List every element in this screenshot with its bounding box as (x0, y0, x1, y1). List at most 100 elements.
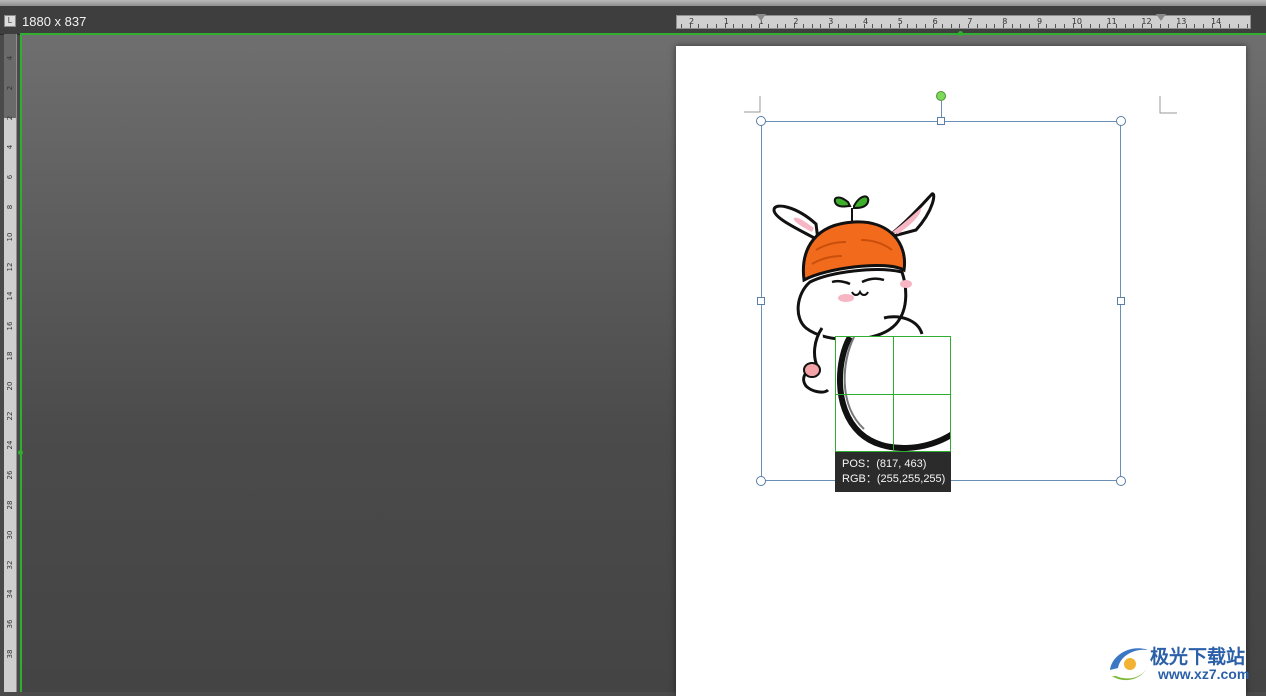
ruler-tick (1176, 24, 1178, 28)
ruler-tick (1063, 24, 1065, 28)
site-watermark: 极光下载站 www.xz7.com (1104, 640, 1266, 690)
ruler-tick (1002, 24, 1004, 28)
resize-handle-icon[interactable] (1116, 476, 1126, 486)
resize-handle-icon[interactable] (757, 297, 765, 305)
ruler-tick (1203, 24, 1204, 28)
ruler-tick (1011, 24, 1013, 28)
ruler-tick (1168, 24, 1170, 28)
resize-handle-icon[interactable] (756, 116, 766, 126)
ruler-label: 38 (6, 649, 14, 659)
ruler-tick (776, 24, 778, 28)
ruler-tick (1159, 24, 1161, 28)
resize-handle-icon[interactable] (937, 117, 945, 125)
top-toolbar: L 1880 x 837 2 1 1 2 3 4 5 6 7 8 9 10 11 12 13 14 (0, 0, 1266, 35)
ruler-tick (1029, 24, 1030, 28)
watermark-title: 极光下载站 (1150, 646, 1246, 668)
ruler-tick (985, 24, 987, 28)
canvas-size-label: 1880 x 837 (22, 14, 87, 29)
ruler-tick (994, 24, 996, 28)
corner-marker-icon (1159, 96, 1177, 114)
ruler-label: 14 (6, 291, 14, 301)
ruler-tick (950, 24, 952, 28)
resize-handle-icon[interactable] (756, 476, 766, 486)
ruler-label: 2 (6, 115, 14, 120)
ruler-tick (811, 24, 813, 28)
ruler-tick (1229, 24, 1231, 28)
title-strip (0, 0, 1266, 6)
indent-marker-icon[interactable] (1156, 14, 1166, 21)
guide-anchor-dot[interactable] (958, 31, 963, 36)
ruler-tick (915, 24, 917, 28)
ruler-tick (898, 24, 900, 28)
ruler-tick (1107, 24, 1109, 28)
color-picker-tooltip: POS：(817, 463) RGB：(255,255,255) (835, 452, 951, 492)
ruler-label: 30 (6, 530, 14, 540)
ruler-tick (933, 24, 935, 28)
vertical-ruler[interactable]: 4 2 2 4 6 8 10 12 14 16 18 20 22 24 26 28 30 32 34 36 38 (4, 34, 17, 692)
ruler-label: 34 (6, 589, 14, 599)
indent-marker-icon[interactable] (756, 14, 766, 21)
ruler-tick (1089, 24, 1091, 28)
ruler-tick (759, 24, 761, 28)
ruler-tick (1211, 24, 1213, 28)
ruler-tick (802, 24, 804, 28)
ruler-tick (733, 24, 735, 28)
ruler-label: 36 (6, 619, 14, 629)
ruler-tick (707, 24, 709, 28)
ruler-label: 22 (6, 411, 14, 421)
magnifier-grid-horizontal (836, 394, 950, 395)
ruler-tick (828, 24, 830, 28)
vertical-guide-line[interactable] (20, 34, 22, 692)
corner-marker-icon (744, 96, 761, 113)
ruler-tick (837, 24, 839, 28)
ruler-tick (1133, 24, 1135, 28)
ruler-tick (872, 24, 874, 28)
ruler-tick (1081, 24, 1083, 28)
guide-anchor-dot[interactable] (18, 450, 23, 455)
watermark-logo-icon (1110, 648, 1148, 681)
ruler-tick (681, 24, 682, 28)
ruler-label: 4 (6, 145, 14, 150)
ruler-tick (794, 24, 796, 28)
ruler-label: 16 (6, 321, 14, 331)
horizontal-guide-line[interactable] (20, 33, 1266, 35)
ruler-label: 26 (6, 470, 14, 480)
resize-handle-icon[interactable] (1117, 297, 1125, 305)
ruler-tick (750, 24, 752, 28)
rgb-readout: RGB：(255,255,255) (842, 473, 946, 485)
ruler-tick (689, 24, 691, 28)
ruler-label: 28 (6, 500, 14, 510)
ruler-tick (715, 24, 717, 28)
ruler-label: 32 (6, 560, 14, 570)
ruler-tick (968, 24, 970, 28)
ruler-label: 10 (6, 232, 14, 242)
ruler-tick (768, 24, 769, 28)
ruler-tick (741, 24, 743, 28)
resize-handle-icon[interactable] (1116, 116, 1126, 126)
ruler-tick (698, 24, 700, 28)
ruler-tick (846, 24, 848, 28)
rotate-handle-icon[interactable] (936, 91, 946, 101)
ruler-tick (1046, 24, 1048, 28)
ruler-tick (785, 24, 787, 28)
ruler-tick (976, 24, 978, 28)
ruler-label: 6 (6, 174, 14, 180)
ruler-tick (1055, 24, 1057, 28)
ruler-tick (820, 24, 822, 28)
ruler-tick (1237, 24, 1239, 28)
ruler-tick (889, 24, 891, 28)
ruler-label: 4 (6, 55, 14, 61)
ruler-tick (1020, 24, 1022, 28)
ruler-tick (1185, 24, 1187, 28)
ruler-tick (1220, 24, 1222, 28)
ruler-tick (959, 24, 961, 28)
color-picker-magnifier (835, 336, 951, 452)
ruler-tick (1072, 24, 1074, 28)
ruler-tick (1142, 24, 1144, 28)
ruler-tick (942, 24, 943, 28)
ruler-tick (855, 24, 856, 28)
ruler-corner-button[interactable]: L (4, 15, 16, 27)
ruler-tick (1098, 24, 1100, 28)
ruler-tick (1037, 24, 1039, 28)
ruler-label: 2 (6, 85, 14, 91)
